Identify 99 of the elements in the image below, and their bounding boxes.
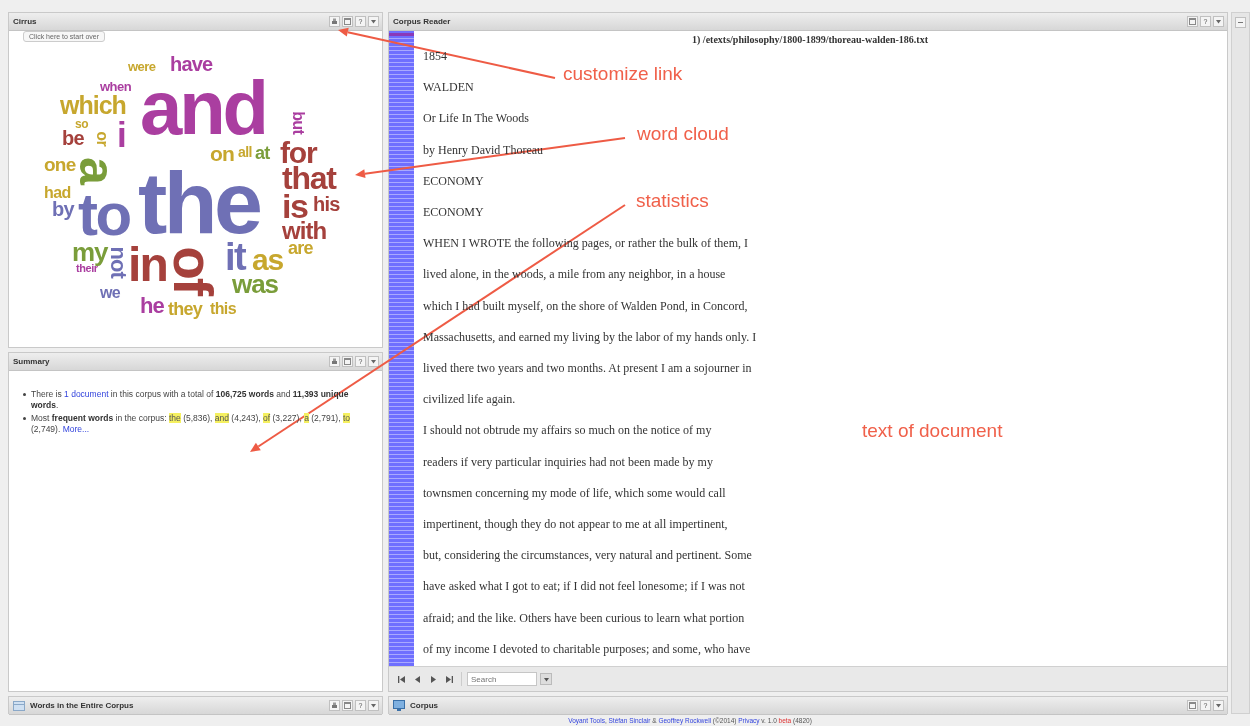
cloud-word[interactable]: that [282, 165, 336, 192]
link[interactable]: More... [62, 424, 90, 434]
text-line: civilized life again. [423, 391, 516, 409]
skip-end-icon [445, 674, 454, 684]
cloud-word[interactable]: with [282, 221, 327, 242]
cloud-word[interactable]: the [138, 166, 260, 240]
text-line: but, considering the circumstances, very natural and pertinent. Some [423, 547, 752, 565]
menu-button[interactable] [368, 700, 379, 711]
cloud-word[interactable]: it [225, 242, 246, 274]
cloud-word[interactable]: is [282, 192, 308, 221]
word-link[interactable]: and [214, 413, 229, 423]
window-button[interactable] [1187, 16, 1198, 27]
window-icon [1189, 702, 1196, 709]
export-button[interactable] [329, 16, 340, 27]
text-line: have asked what I got to eat; if I did not feel lonesome; if I was not [423, 578, 745, 596]
monitor-icon [393, 699, 405, 712]
text-line: lived there two years and two months. At present I am a sojourner in [423, 360, 752, 378]
cloud-word[interactable]: have [170, 56, 213, 73]
caret-icon [370, 702, 377, 709]
caret-icon [370, 358, 377, 365]
text-line: afraid; and the like. Others have been curious to learn what portion [423, 609, 745, 627]
dropdown-button[interactable] [540, 673, 552, 685]
caret-icon [370, 18, 377, 25]
triangle-left-icon [413, 674, 422, 684]
text-line: Or Life In The Woods [423, 110, 529, 128]
expand-button[interactable] [1235, 17, 1246, 28]
cloud-word[interactable]: was [232, 274, 279, 296]
cloud-word[interactable]: when [100, 82, 132, 93]
link[interactable]: 1 document [64, 389, 109, 399]
annotation-label: statistics [636, 190, 709, 212]
export-button[interactable] [329, 356, 340, 367]
minus-icon [1237, 19, 1244, 26]
panel-title: Summary [13, 357, 50, 366]
cloud-word[interactable]: we [100, 286, 121, 300]
annotation-label: word cloud [637, 123, 729, 145]
search-field[interactable]: Search [467, 672, 537, 686]
menu-button[interactable] [1213, 16, 1224, 27]
caret-icon [1215, 702, 1222, 709]
panel-title: Cirrus [13, 17, 37, 26]
window-button[interactable] [342, 16, 353, 27]
printer-icon [331, 18, 338, 25]
window-icon [1189, 18, 1196, 25]
cloud-word[interactable]: in [128, 245, 167, 286]
cloud-word[interactable]: but [291, 110, 305, 134]
menu-button[interactable] [368, 16, 379, 27]
cloud-word[interactable]: not [108, 246, 127, 278]
panel-title: Corpus [410, 701, 438, 710]
cloud-word[interactable]: he [140, 297, 164, 316]
word-link[interactable]: to [342, 413, 350, 423]
cloud-word[interactable]: their [76, 264, 98, 274]
menu-button[interactable] [368, 356, 379, 367]
text-line: ECONOMY [423, 204, 484, 221]
word-link[interactable]: the [168, 413, 181, 423]
annotation-label: customize link [563, 63, 683, 85]
window-icon [344, 18, 351, 25]
window-button[interactable] [342, 700, 353, 711]
window-icon [344, 702, 351, 709]
text-line: 1854 [423, 48, 447, 65]
cloud-word[interactable]: my [72, 242, 108, 264]
text-line: impertinent, though they do not appear to me at all impertinent, [423, 516, 728, 534]
position-marker[interactable] [389, 33, 414, 36]
skip-start-icon [397, 674, 406, 684]
text-line: townsmen concerning my mode of life, which some would call [423, 484, 726, 502]
document-title: 1) /etexts/philosophy/1800-1899/thoreau-walden-186.txt [691, 33, 929, 46]
caret-icon [1215, 18, 1222, 25]
cloud-word[interactable]: by [52, 201, 74, 218]
triangle-right-icon [429, 674, 438, 684]
annotation-label: text of document [862, 420, 1003, 442]
window-button[interactable] [1187, 700, 1198, 711]
bullet-icon [23, 417, 26, 420]
word-link[interactable]: of [263, 413, 271, 423]
cloud-word[interactable]: of [169, 246, 216, 294]
bullet-icon [23, 393, 26, 396]
caret-icon [542, 675, 550, 683]
cloud-word[interactable]: for [280, 140, 317, 166]
summary-text: Most frequent words in the corpus: the (5,836), and (4,243), of (3,227), a (2,791), to (2,749). More... [23, 413, 372, 435]
text-line: of my income I devoted to charitable purposes; and some, who have [423, 640, 751, 658]
window-icon [344, 358, 351, 365]
text-line: Massachusetts, and earned my living by the labor of my hands only. I [423, 328, 757, 346]
cloud-word[interactable]: at [255, 146, 270, 162]
export-button[interactable] [329, 700, 340, 711]
text-line: ECONOMY [423, 172, 484, 190]
menu-button[interactable] [1213, 700, 1224, 711]
word-link[interactable]: a [304, 413, 309, 423]
printer-icon [331, 702, 338, 709]
table-icon [13, 699, 25, 712]
cloud-word[interactable]: and [140, 76, 266, 140]
panel-title: Corpus Reader [393, 17, 451, 26]
cloud-word[interactable]: i [117, 120, 126, 150]
text-line: WALDEN [423, 79, 474, 97]
cloud-word[interactable]: a [75, 157, 118, 183]
cloud-word[interactable]: to [78, 190, 130, 241]
text-line: readers if very particular inquiries had not been made by my [423, 453, 713, 471]
cloud-word[interactable]: be [62, 130, 84, 147]
text-line: I should not obtrude my affairs so much on the notice of my [423, 422, 712, 440]
cloud-word[interactable]: his [313, 196, 340, 213]
printer-icon [331, 358, 338, 365]
window-button[interactable] [342, 356, 353, 367]
panel-title: Words in the Entire Corpus [30, 701, 134, 710]
